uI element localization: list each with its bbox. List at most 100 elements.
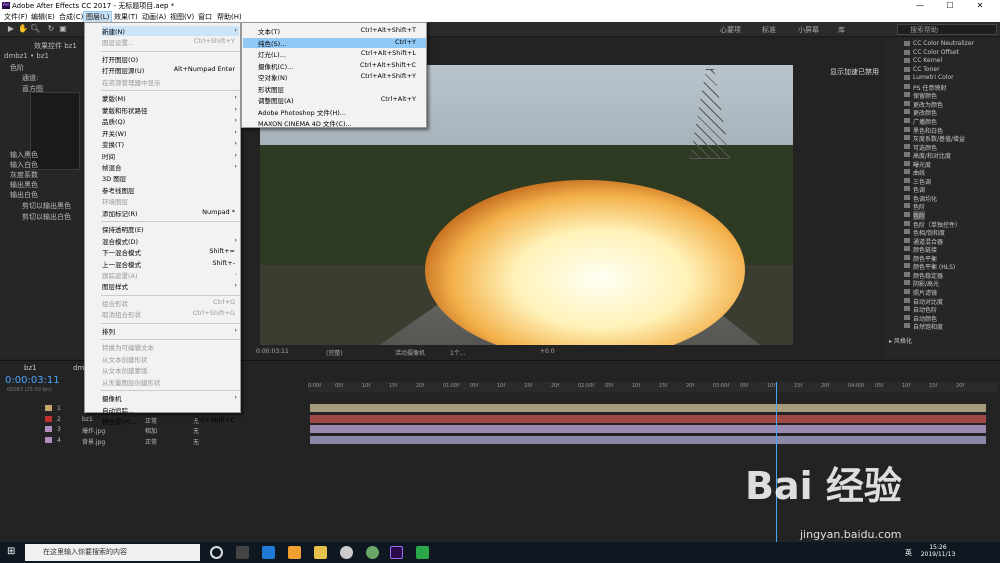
layer-color-swatch[interactable]: [45, 405, 52, 411]
layer-menu-item[interactable]: 自动追踪...: [102, 405, 239, 415]
output-black-row[interactable]: 输出黑色: [10, 180, 38, 190]
task-view-icon[interactable]: [236, 546, 249, 559]
layer-menu-item[interactable]: 添加标记(R) Numpad *: [102, 208, 239, 218]
menu-effect[interactable]: 效果(T): [112, 12, 140, 22]
layer-menu-item[interactable]: 环境图层: [102, 196, 239, 206]
taskbar-search-input[interactable]: 在这里输入你要搜索的内容: [25, 544, 200, 561]
layer-menu-item[interactable]: 变换(T) ›: [102, 139, 239, 149]
gamma-row[interactable]: 灰度系数: [10, 170, 38, 180]
clip-black-checkbox[interactable]: 剪切以输出黑色: [22, 201, 71, 211]
ime-language[interactable]: 英: [905, 548, 912, 558]
workspace-libraries[interactable]: 库: [838, 25, 845, 35]
menu-animation[interactable]: 动画(A): [140, 12, 168, 22]
layer-menu-item[interactable]: 蒙版和形状路径 ›: [102, 105, 239, 115]
timeline-timecode[interactable]: 0:00:03:11: [5, 375, 60, 386]
layer-menu-item[interactable]: 图层样式 ›: [102, 281, 239, 291]
layer-mode[interactable]: 正常: [145, 437, 157, 446]
layer-menu-item[interactable]: 从文本创建蒙版: [102, 365, 239, 375]
layer-duration-bar[interactable]: [310, 414, 986, 423]
timeline-tab[interactable]: bz1: [24, 364, 37, 372]
edge-icon[interactable]: [262, 546, 275, 559]
layer-name[interactable]: bz1: [82, 416, 93, 423]
exposure-value[interactable]: +0.0: [540, 348, 555, 355]
layer-name[interactable]: 背景.jpg: [82, 437, 105, 446]
rotate-tool-icon[interactable]: ↻: [46, 24, 56, 34]
search-help-input[interactable]: 搜索帮助: [897, 24, 997, 35]
timeline-tab-2[interactable]: dm: [73, 364, 84, 372]
output-white-row[interactable]: 输出白色: [10, 190, 38, 200]
layer-color-swatch[interactable]: [45, 426, 52, 432]
menu-layer[interactable]: 图层(L): [82, 11, 113, 23]
effects-category-stylize[interactable]: ▸ 风格化: [889, 336, 912, 345]
app-icon-3[interactable]: [366, 546, 379, 559]
layer-menu-item[interactable]: 预合成(P)... Ctrl+Shift+C: [102, 416, 239, 426]
layer-menu-item[interactable]: 在资源管理器中显示: [102, 77, 239, 87]
layer-menu-item[interactable]: 打开图层(O): [102, 54, 239, 64]
new-menu-item[interactable]: 灯光(L)... Ctrl+Alt+Shift+L: [258, 49, 426, 59]
new-menu-item[interactable]: 空对象(N) Ctrl+Alt+Shift+Y: [258, 72, 426, 82]
layer-color-swatch[interactable]: [45, 415, 52, 422]
input-black-row[interactable]: 输入黑色: [10, 150, 38, 160]
layer-menu-item[interactable]: 上一混合模式 Shift+-: [102, 259, 239, 269]
workspace-standard[interactable]: 标准: [762, 25, 776, 35]
new-menu-item[interactable]: Adobe Photoshop 文件(H)...: [258, 107, 426, 117]
close-button[interactable]: ✕: [965, 0, 995, 11]
effect-item[interactable]: CC Toner: [913, 66, 940, 73]
layer-menu-item[interactable]: 新建(N) ›: [102, 26, 239, 36]
layer-duration-bar[interactable]: [310, 425, 986, 433]
track-matte[interactable]: 无: [193, 437, 199, 446]
layer-duration-bar[interactable]: [310, 435, 986, 444]
resolution-dropdown[interactable]: (完整): [326, 348, 343, 357]
time-ruler[interactable]: 0:00f 05f 10f 15f 20f 01:00f 05f 10f 15f 20f 02:00…: [308, 382, 998, 392]
menu-help[interactable]: 帮助(H): [215, 12, 244, 22]
new-menu-item[interactable]: 摄像机(C)... Ctrl+Alt+Shift+C: [258, 61, 426, 71]
hand-tool-icon[interactable]: ✋: [18, 24, 28, 34]
cortana-icon[interactable]: [210, 546, 223, 559]
workspace-essentials[interactable]: 心要项: [720, 25, 741, 35]
minimize-button[interactable]: —: [905, 0, 935, 11]
timeline-layer-row[interactable]: 4 背景.jpg 正常 无: [0, 435, 308, 446]
effect-item[interactable]: CC Kernel: [913, 57, 942, 64]
current-time[interactable]: 0:00:03:11: [256, 348, 289, 355]
levels-effect-name[interactable]: 色阶: [10, 63, 24, 73]
app-icon-2[interactable]: [340, 546, 353, 559]
layer-menu-item[interactable]: 组合形状 Ctrl+G: [102, 298, 239, 308]
layer-menu-item[interactable]: 参考线图层: [102, 185, 239, 195]
new-menu-item[interactable]: 调整图层(A) Ctrl+Alt+Y: [258, 95, 426, 105]
layer-menu-item[interactable]: 从文本创建形状: [102, 354, 239, 364]
layer-menu-item[interactable]: 打开图层源(U) Alt+Numpad Enter: [102, 65, 239, 75]
layer-menu-item[interactable]: 混合模式(D) ›: [102, 236, 239, 246]
camera-tool-icon[interactable]: ▣: [58, 24, 68, 34]
zoom-tool-icon[interactable]: 🔍︎: [30, 24, 40, 34]
effect-item[interactable]: CC Color Offset: [913, 49, 959, 56]
layer-menu-item[interactable]: 品质(Q) ›: [102, 116, 239, 126]
layer-menu-item[interactable]: 蒙版(M) ›: [102, 93, 239, 103]
layer-menu-item[interactable]: 下一混合模式 Shift+=: [102, 247, 239, 257]
layer-menu-item[interactable]: 开关(W) ›: [102, 128, 239, 138]
layer-menu-item[interactable]: 时间 ›: [102, 151, 239, 161]
views-dropdown[interactable]: 1个...: [450, 348, 466, 357]
selection-tool-icon[interactable]: ▶: [6, 24, 16, 34]
effect-item[interactable]: 自然饱和度: [913, 322, 943, 331]
new-menu-item[interactable]: MAXON CINEMA 4D 文件(C)...: [258, 118, 426, 128]
workspace-small-screen[interactable]: 小屏幕: [798, 25, 819, 35]
wechat-icon[interactable]: [416, 546, 429, 559]
layer-menu-item[interactable]: 帧混合 ›: [102, 162, 239, 172]
effect-controls-tab[interactable]: 效果控件 bz1: [34, 41, 77, 51]
new-menu-item[interactable]: 文本(T) Ctrl+Alt+Shift+T: [258, 26, 426, 36]
layer-menu-item[interactable]: 保持透明度(E): [102, 224, 239, 234]
menu-composition[interactable]: 合成(C): [57, 12, 85, 22]
layer-menu-item[interactable]: 图层设置... Ctrl+Shift+Y: [102, 37, 239, 47]
effect-item[interactable]: CC Color Neutralizer: [913, 40, 974, 47]
new-menu-item[interactable]: 形状图层: [258, 84, 426, 94]
layer-duration-bar[interactable]: [310, 404, 986, 412]
layer-menu-item[interactable]: 转换为可编辑文本: [102, 342, 239, 352]
effect-item[interactable]: Lumetri Color: [913, 74, 954, 81]
layer-menu-item[interactable]: 摄像机 ›: [102, 393, 239, 403]
app-icon-1[interactable]: [288, 546, 301, 559]
camera-dropdown[interactable]: 活动摄像机: [395, 348, 425, 357]
input-white-row[interactable]: 输入白色: [10, 160, 38, 170]
layer-menu-item[interactable]: 排列 ›: [102, 326, 239, 336]
clock[interactable]: 15:26 2019/11/13: [918, 544, 958, 558]
menu-file[interactable]: 文件(F): [2, 12, 30, 22]
